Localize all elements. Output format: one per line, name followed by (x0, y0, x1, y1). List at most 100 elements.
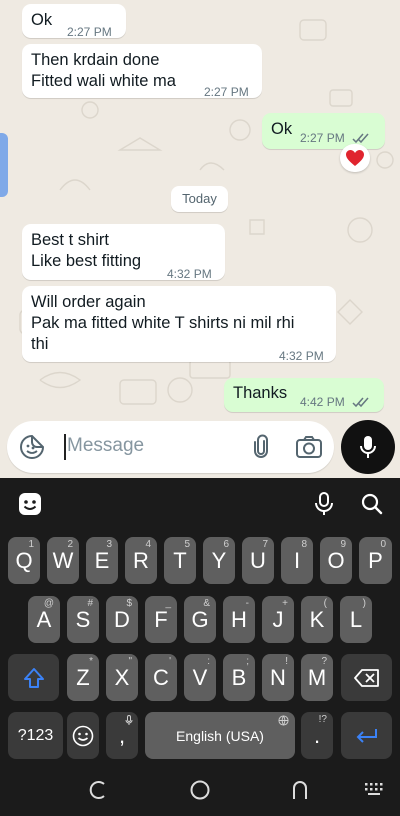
key-label: ?123 (17, 726, 54, 744)
reaction-badge[interactable] (340, 144, 370, 172)
key-label: B (231, 664, 247, 690)
key-f[interactable]: _ F (145, 596, 177, 643)
space-label: English (USA) (176, 727, 264, 744)
message-text: Ok (271, 120, 293, 138)
key-label: D (114, 606, 130, 632)
key-label: Q (15, 547, 33, 573)
message-bubble-outgoing[interactable]: Thanks 4:42 PM (224, 378, 384, 412)
key-label: P (368, 547, 383, 573)
sticker-icon[interactable] (19, 434, 45, 460)
message-text: Then krdain done Fitted wali white ma (31, 51, 176, 90)
message-time: 4:32 PM (167, 267, 212, 281)
key-label: M (307, 664, 327, 690)
mic-button[interactable] (341, 420, 395, 474)
period-key[interactable]: !?. (301, 712, 333, 759)
key-hint: ? (321, 656, 327, 667)
side-panel-tab[interactable] (0, 133, 8, 197)
message-time: 4:32 PM (279, 349, 324, 363)
double-check-icon (352, 133, 369, 144)
key-hint: ' (169, 656, 171, 667)
message-bubble-incoming[interactable]: Ok 2:27 PM (22, 4, 126, 39)
key-w[interactable]: 2W (47, 537, 79, 584)
key-label: K (309, 606, 325, 632)
key-y[interactable]: 6Y (203, 537, 235, 584)
comma-key[interactable]: , (106, 712, 138, 759)
key-hint: @ (43, 598, 54, 609)
recent-apps-icon[interactable] (88, 779, 110, 801)
message-bubble-outgoing[interactable]: Ok 2:27 PM (262, 113, 385, 149)
message-time-text: 4:42 PM (300, 395, 345, 409)
backspace-icon (353, 668, 379, 687)
shift-icon (23, 667, 44, 688)
paperclip-icon[interactable] (248, 434, 274, 460)
message-text: Best t shirt Like best fitting (31, 231, 142, 270)
key-l[interactable]: ) L (340, 596, 372, 643)
emoji-key[interactable] (67, 712, 99, 759)
key-hint: !? (318, 714, 327, 725)
key-hint: ( (323, 598, 327, 609)
key-h[interactable]: -H (223, 596, 255, 643)
space-key[interactable]: English (USA) (145, 712, 295, 759)
key-q[interactable]: 1Q (8, 537, 40, 584)
key-label: Y (211, 547, 227, 573)
enter-key[interactable] (341, 712, 392, 759)
text-cursor (64, 434, 66, 460)
message-bubble-incoming[interactable]: Will order again Pak ma fitted white T s… (22, 286, 336, 363)
key-i[interactable]: 8I (281, 537, 313, 584)
message-bubble-incoming[interactable]: Then krdain done Fitted wali white ma 2:… (22, 44, 262, 99)
key-o[interactable]: 9O (320, 537, 352, 584)
key-label: Z (76, 664, 90, 690)
key-label: S (75, 606, 91, 632)
key-c[interactable]: ' C (145, 654, 177, 701)
key-g[interactable]: & G (184, 596, 216, 643)
key-label: I (293, 547, 301, 573)
key-v[interactable]: :V (184, 654, 216, 701)
key-m[interactable]: ? M (301, 654, 333, 701)
message-bubble-incoming[interactable]: Best t shirt Like best fitting 4:32 PM (22, 224, 225, 281)
message-time: 2:27 PM (204, 85, 249, 99)
key-a[interactable]: @ A (28, 596, 60, 643)
key-x[interactable]: " X (106, 654, 138, 701)
key-n[interactable]: ! N (262, 654, 294, 701)
key-k[interactable]: (K (301, 596, 333, 643)
key-s[interactable]: # S (67, 596, 99, 643)
message-composer[interactable]: Message (7, 421, 334, 473)
key-j[interactable]: + J (262, 596, 294, 643)
key-label: J (272, 606, 284, 632)
key-d[interactable]: $ D (106, 596, 138, 643)
key-b[interactable]: ; B (223, 654, 255, 701)
key-t[interactable]: 5T (164, 537, 196, 584)
key-z[interactable]: * Z (67, 654, 99, 701)
back-icon[interactable] (289, 779, 311, 801)
key-label: X (114, 664, 130, 690)
key-label: V (192, 664, 208, 690)
key-hint: 3 (106, 539, 112, 550)
voice-input-icon[interactable] (313, 491, 335, 517)
backspace-key[interactable] (341, 654, 392, 701)
key-hint: + (282, 598, 288, 609)
date-chip: Today (171, 186, 228, 212)
enter-icon (356, 728, 377, 743)
keyboard-switch-icon[interactable] (364, 782, 384, 796)
key-e[interactable]: 3E (86, 537, 118, 584)
red-heart-icon (346, 150, 364, 166)
key-r[interactable]: 4R (125, 537, 157, 584)
message-text: Thanks (233, 384, 288, 402)
search-icon[interactable] (360, 492, 384, 516)
home-icon[interactable] (189, 779, 211, 801)
key-hint: ! (285, 656, 288, 667)
message-input[interactable]: Message (67, 435, 144, 457)
shift-key[interactable] (8, 654, 59, 701)
key-hint: * (89, 656, 93, 667)
key-u[interactable]: 7U (242, 537, 274, 584)
key-label: W (52, 547, 74, 573)
message-text: Will order again Pak ma fitted white T s… (31, 293, 295, 353)
symbols-key[interactable]: ?123 (8, 712, 63, 759)
key-p[interactable]: 0P (359, 537, 392, 584)
key-hint: 5 (184, 539, 190, 550)
key-hint: 7 (262, 539, 268, 550)
key-label: A (36, 606, 52, 632)
emoji-keyboard-icon[interactable] (18, 492, 42, 516)
camera-icon[interactable] (295, 434, 323, 460)
key-hint: 6 (223, 539, 229, 550)
